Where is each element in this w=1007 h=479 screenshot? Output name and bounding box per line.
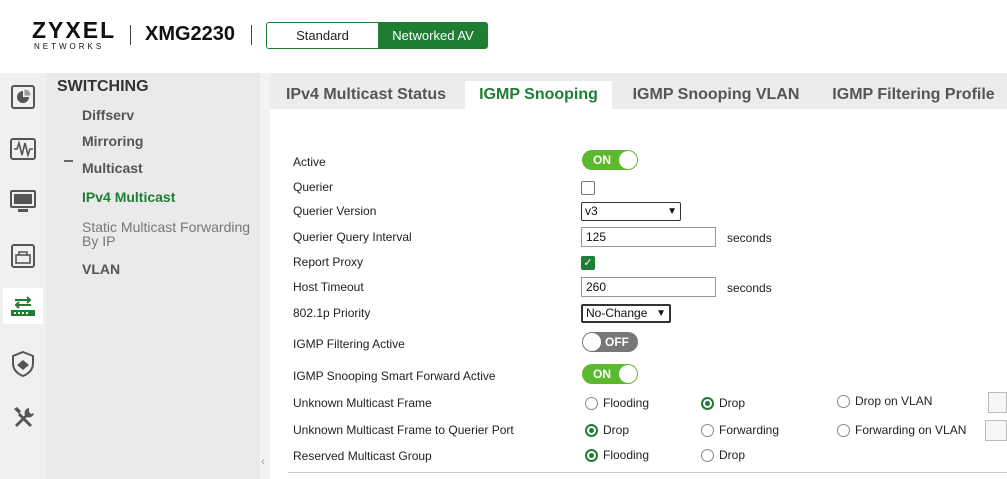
unknown-querier-forwarding-on-vlan-radio[interactable]: Forwarding on VLAN	[837, 423, 966, 437]
tools-icon[interactable]	[5, 400, 41, 436]
radio-label: Drop	[603, 423, 630, 437]
radio-label: Flooding	[603, 396, 650, 410]
radio-label: Drop	[719, 396, 746, 410]
toggle-knob	[619, 151, 637, 169]
radio-dot	[837, 423, 850, 437]
model-name: XMG2230	[145, 23, 236, 45]
toggle-knob	[619, 365, 637, 383]
querier-version-select[interactable]: v3 ▼	[581, 202, 681, 221]
querier-label: Querier	[293, 180, 334, 194]
tab-igmp-filtering-profile[interactable]: IGMP Filtering Profile	[820, 81, 1007, 109]
shield-icon[interactable]	[5, 346, 41, 382]
tab-igmp-snooping-vlan[interactable]: IGMP Snooping VLAN	[615, 81, 817, 109]
chevron-down-icon: ▼	[667, 206, 677, 217]
unknown-querier-drop-radio[interactable]: Drop	[585, 423, 629, 437]
reserved-group-label: Reserved Multicast Group	[293, 449, 432, 463]
network-box-icon[interactable]	[5, 238, 41, 274]
display-icon[interactable]	[5, 184, 41, 220]
standard-mode-button[interactable]: Standard	[266, 22, 378, 49]
brand-sub: NETWORKS	[34, 42, 105, 51]
unknown-querier-label: Unknown Multicast Frame to Querier Port	[293, 423, 514, 437]
filtering-active-label: IGMP Filtering Active	[293, 337, 405, 351]
priority-select[interactable]: No-Change ▼	[581, 304, 671, 323]
nav-item-vlan[interactable]: VLAN	[82, 261, 120, 277]
tab-ipv4-multicast-status[interactable]: IPv4 Multicast Status	[270, 81, 462, 109]
collapse-dash-icon[interactable]	[64, 160, 73, 162]
radio-dot	[585, 448, 598, 462]
monitor-wave-icon[interactable]	[5, 131, 41, 167]
filtering-active-toggle[interactable]: OFF	[582, 332, 638, 352]
host-timeout-label: Host Timeout	[293, 280, 364, 294]
active-toggle[interactable]: ON	[582, 150, 638, 170]
host-timeout-unit: seconds	[727, 281, 772, 295]
icon-sidebar	[0, 73, 46, 479]
networked-av-mode-button[interactable]: Networked AV	[378, 22, 488, 49]
radio-label: Flooding	[603, 448, 650, 462]
nav-item-ipv4-multicast[interactable]: IPv4 Multicast	[82, 189, 175, 205]
chevron-down-icon: ▼	[656, 308, 666, 319]
vlan-input[interactable]	[988, 392, 1007, 413]
querier-version-label: Querier Version	[293, 204, 377, 218]
select-value: v3	[585, 204, 598, 218]
report-proxy-checkbox[interactable]: ✓	[581, 256, 595, 270]
unknown-frame-label: Unknown Multicast Frame	[293, 396, 432, 410]
tab-bar: IPv4 Multicast Status IGMP Snooping IGMP…	[270, 73, 1007, 109]
radio-dot	[585, 423, 598, 437]
divider	[130, 25, 131, 45]
nav-item-diffserv[interactable]: Diffserv	[82, 107, 134, 123]
reserved-drop-radio[interactable]: Drop	[701, 448, 745, 462]
tab-igmp-snooping[interactable]: IGMP Snooping	[465, 81, 612, 109]
dashboard-icon[interactable]	[5, 79, 41, 115]
side-navigation: SWITCHING Diffserv Mirroring Multicast I…	[46, 73, 260, 479]
zyxel-logo: ZYXEL NETWORKS	[32, 17, 117, 52]
radio-label: Drop	[719, 448, 746, 462]
unknown-frame-drop-on-vlan-radio[interactable]: Drop on VLAN	[837, 394, 932, 408]
sidebar-collapse-handle[interactable]: ‹	[260, 73, 270, 479]
radio-dot	[701, 396, 714, 410]
host-timeout-input[interactable]: 260	[581, 277, 716, 297]
divider	[251, 25, 252, 45]
radio-dot	[585, 396, 598, 410]
querier-checkbox[interactable]	[581, 181, 595, 195]
radio-label: Forwarding	[719, 423, 780, 437]
reserved-flooding-radio[interactable]: Flooding	[585, 448, 649, 462]
active-label: Active	[293, 155, 326, 169]
nav-section-title: SWITCHING	[57, 78, 149, 95]
radio-label: Drop on VLAN	[855, 394, 933, 408]
switching-icon[interactable]	[3, 288, 43, 324]
query-interval-unit: seconds	[727, 231, 772, 245]
unknown-frame-drop-radio[interactable]: Drop	[701, 396, 745, 410]
report-proxy-label: Report Proxy	[293, 255, 364, 269]
radio-dot	[701, 448, 714, 462]
toggle-state-text: OFF	[605, 335, 629, 349]
vlan-input[interactable]	[985, 420, 1007, 441]
toggle-state-text: ON	[593, 367, 611, 381]
divider	[288, 472, 1007, 473]
toggle-knob	[583, 333, 601, 351]
nav-item-mirroring[interactable]: Mirroring	[82, 133, 143, 149]
smart-forward-label: IGMP Snooping Smart Forward Active	[293, 369, 496, 383]
priority-label: 802.1p Priority	[293, 306, 371, 320]
unknown-querier-forwarding-radio[interactable]: Forwarding	[701, 423, 779, 437]
mode-switch: Standard Networked AV	[266, 22, 488, 49]
query-interval-label: Querier Query Interval	[293, 230, 412, 244]
select-value: No-Change	[586, 306, 648, 320]
nav-item-static-multicast[interactable]: Static Multicast Forwarding By IP	[82, 220, 257, 248]
query-interval-input[interactable]: 125	[581, 227, 716, 247]
smart-forward-toggle[interactable]: ON	[582, 364, 638, 384]
unknown-frame-flooding-radio[interactable]: Flooding	[585, 396, 649, 410]
brand-name: ZYXEL	[32, 17, 117, 43]
nav-item-multicast[interactable]: Multicast	[82, 160, 143, 176]
radio-dot	[701, 423, 714, 437]
chevron-left-icon: ‹	[261, 454, 265, 468]
radio-label: Forwarding on VLAN	[855, 423, 967, 437]
radio-dot	[837, 394, 850, 408]
toggle-state-text: ON	[593, 153, 611, 167]
top-header: ZYXEL NETWORKS XMG2230 Standard Networke…	[0, 0, 1007, 73]
